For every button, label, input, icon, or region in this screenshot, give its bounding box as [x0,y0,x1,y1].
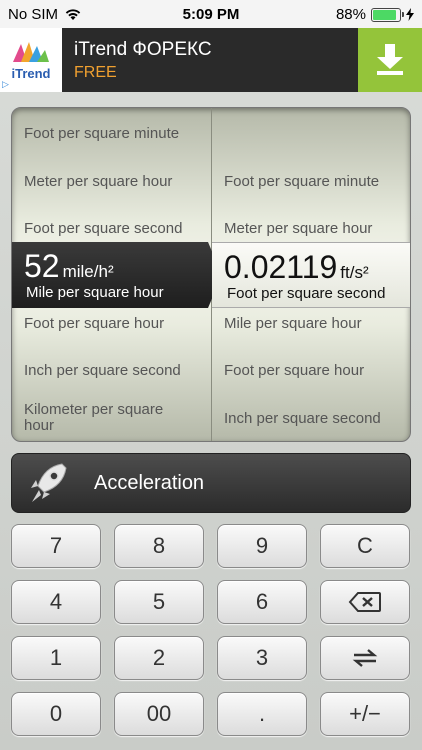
left-wheel-item[interactable]: Kilometer per square hour [24,402,194,434]
left-wheel-item[interactable]: Foot per square minute [24,126,204,142]
category-selector[interactable]: Acceleration [11,453,411,513]
right-value: 0.02119 [224,249,338,285]
key-clear[interactable]: C [320,524,410,568]
right-wheel-item[interactable]: Mile per square hour [224,316,404,332]
battery-percent: 88% [335,6,366,23]
battery-icon [371,7,404,22]
ad-info-icon[interactable]: ▷ [2,79,9,90]
category-label: Acceleration [94,471,205,494]
key-9[interactable]: 9 [217,524,307,568]
right-selected-unit[interactable]: 0.02119 ft/s² Foot per square second [212,242,410,308]
right-unit-name: Foot per square second [227,285,386,302]
key-6[interactable]: 6 [217,580,307,624]
key-sign[interactable]: +/− [320,692,410,736]
swap-icon [352,649,378,667]
left-value: 52 [24,248,60,284]
key-1[interactable]: 1 [11,636,101,680]
backspace-icon [348,592,381,612]
right-wheel-item[interactable]: Meter per square hour [224,221,404,237]
key-4[interactable]: 4 [11,580,101,624]
key-backspace[interactable] [320,580,410,624]
right-wheel-item[interactable]: Foot per square hour [224,363,404,379]
right-unit-symbol: ft/s² [340,263,369,282]
ad-download-button[interactable] [358,28,422,92]
left-wheel-item[interactable]: Inch per square second [24,363,204,379]
right-wheel-item[interactable]: Foot per square minute [224,174,404,190]
right-wheel-item[interactable]: Inch per square second [224,411,404,427]
status-bar: No SIM 5:09 PM 88% [0,0,422,28]
key-2[interactable]: 2 [114,636,204,680]
right-value-row: 0.02119 ft/s² [224,249,369,286]
key-swap[interactable] [320,636,410,680]
left-unit-symbol: mile/h² [62,262,114,281]
status-right: 88% [336,6,414,23]
key-5[interactable]: 5 [114,580,204,624]
key-3[interactable]: 3 [217,636,307,680]
charging-icon [406,8,414,21]
left-wheel-item[interactable]: Meter per square hour [24,174,204,190]
left-wheel-item[interactable]: Foot per square hour [24,316,204,332]
left-value-row: 52 mile/h² [24,248,114,285]
key-decimal[interactable]: . [217,692,307,736]
key-00[interactable]: 00 [114,692,204,736]
ad-logo: iTrend ▷ [0,28,62,92]
key-7[interactable]: 7 [11,524,101,568]
key-8[interactable]: 8 [114,524,204,568]
left-unit-name: Mile per square hour [26,284,164,301]
ad-texts: iTrend ФОРЕКС FREE [74,39,358,82]
left-selected-unit[interactable]: 52 mile/h² Mile per square hour [12,242,222,308]
ad-title: iTrend ФОРЕКС [74,38,212,60]
download-icon [377,44,403,75]
battery-fill [373,9,396,20]
rocket-icon [26,461,70,505]
ad-subtitle: FREE [74,63,117,81]
ad-banner[interactable]: iTrend ▷ iTrend ФОРЕКС FREE [0,28,422,92]
left-wheel-item[interactable]: Foot per square second [24,221,204,237]
itrend-logo-icon [13,41,49,62]
key-0[interactable]: 0 [11,692,101,736]
ad-logo-text: iTrend [11,65,51,81]
unit-converter-picker[interactable]: Foot per square minute Meter per square … [11,107,411,442]
